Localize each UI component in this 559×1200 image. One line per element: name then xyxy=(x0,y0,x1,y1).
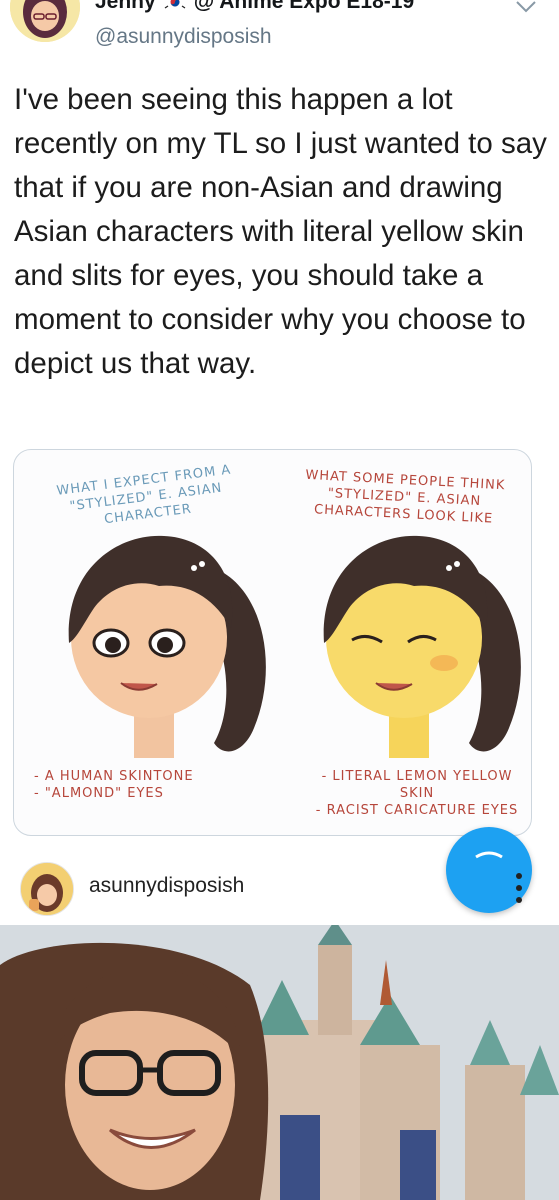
right-note-line-2: SKIN xyxy=(399,786,435,801)
right-caption-bottom: - LITERAL LEMON YELLOW SKIN - RACIST CAR… xyxy=(302,768,531,819)
instagram-post-header: asunnydisposish xyxy=(0,862,559,924)
avatar-illustration xyxy=(21,863,73,915)
selfie-castle-photo xyxy=(0,925,559,1200)
left-caption-top: WHAT I EXPECT FROM A "STYLIZED" E. ASIAN… xyxy=(34,459,259,536)
instagram-photo[interactable] xyxy=(0,925,559,1200)
right-caption-top: WHAT SOME PEOPLE THINK "STYLIZED" E. ASI… xyxy=(291,466,518,529)
tweet-display-name[interactable]: Jenny @ Anime Expo E18-19 xyxy=(95,0,414,14)
avatar-illustration xyxy=(10,0,80,42)
right-portrait-illustration xyxy=(323,535,521,758)
tweet-text: I've been seeing this happen a lot recen… xyxy=(14,83,547,380)
chevron-down-icon[interactable] xyxy=(514,0,538,14)
tweet-handle[interactable]: @asunnydisposish xyxy=(95,25,272,49)
tweet-avatar[interactable] xyxy=(10,0,80,42)
display-name-text: Jenny xyxy=(95,0,156,13)
more-options-icon[interactable] xyxy=(510,868,528,908)
person-illustration xyxy=(0,942,269,1200)
tweet-media-card[interactable]: WHAT I EXPECT FROM A "STYLIZED" E. ASIAN… xyxy=(13,449,532,836)
instagram-avatar[interactable] xyxy=(20,862,74,916)
left-caption-bottom: - A HUMAN SKINTONE - "ALMOND" EYES xyxy=(34,768,234,802)
left-note-skintone: - A HUMAN SKINTONE xyxy=(34,769,194,784)
instagram-username[interactable]: asunnydisposish xyxy=(89,874,244,898)
left-note-eyes: - "ALMOND" EYES xyxy=(34,786,164,801)
south-korea-flag-icon xyxy=(161,0,188,11)
right-note-line-3: - RACIST CARICATURE EYES xyxy=(315,803,519,818)
left-portrait-illustration xyxy=(68,535,266,758)
right-note-line-1: - LITERAL LEMON YELLOW xyxy=(321,769,513,784)
display-name-suffix: @ Anime Expo E18-19 xyxy=(193,0,415,13)
